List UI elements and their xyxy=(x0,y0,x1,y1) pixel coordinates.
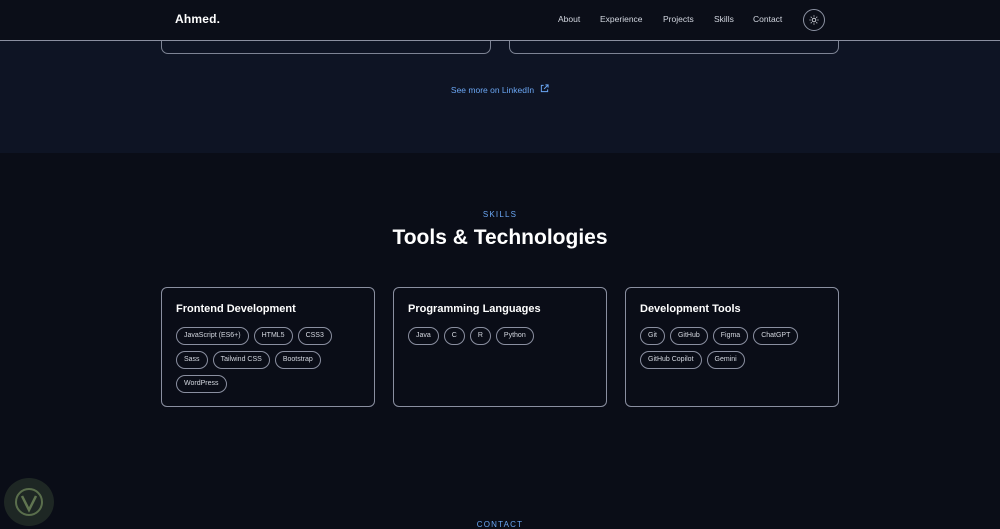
skill-card-title: Programming Languages xyxy=(408,303,541,315)
skill-tag: Figma xyxy=(712,327,749,345)
nav-link-skills[interactable]: Skills xyxy=(714,14,734,24)
skill-tag: Python xyxy=(495,327,534,345)
skill-card-programming: Programming Languages Java C R Python xyxy=(393,287,607,407)
nav-link-projects[interactable]: Projects xyxy=(663,14,694,24)
nav-link-contact[interactable]: Contact xyxy=(753,14,782,24)
nav-links: About Experience Projects Skills Contact xyxy=(0,14,1000,28)
skill-tag: JavaScript (ES6+) xyxy=(176,327,249,345)
theme-toggle-button[interactable] xyxy=(803,9,825,31)
skill-tag: WordPress xyxy=(176,375,227,393)
skill-card-title: Frontend Development xyxy=(176,303,296,315)
nav-link-experience[interactable]: Experience xyxy=(600,14,643,24)
skill-tag-list: JavaScript (ES6+) HTML5 CSS3 Sass Tailwi… xyxy=(176,327,360,393)
external-link-icon xyxy=(540,84,549,95)
skill-tag: GitHub Copilot xyxy=(640,351,702,369)
nav-link-about[interactable]: About xyxy=(558,14,580,24)
watermark-logo xyxy=(4,478,54,526)
skill-tag: CSS3 xyxy=(297,327,332,345)
skill-tag-list: Git GitHub Figma ChatGPT GitHub Copilot … xyxy=(640,327,824,369)
top-nav: Ahmed. About Experience Projects Skills … xyxy=(0,0,1000,41)
skill-card-title: Development Tools xyxy=(640,303,741,315)
skill-tag: Git xyxy=(640,327,665,345)
skills-section: SKILLS Tools & Technologies Frontend Dev… xyxy=(0,153,1000,529)
skill-tag: GitHub xyxy=(669,327,708,345)
linkedin-link-row: See more on LinkedIn xyxy=(0,84,1000,95)
contact-eyebrow: CONTACT xyxy=(476,520,524,529)
linkedin-link[interactable]: See more on LinkedIn xyxy=(451,84,549,95)
skills-title: Tools & Technologies xyxy=(392,226,608,249)
skill-tag: ChatGPT xyxy=(753,327,799,345)
skill-card-frontend: Frontend Development JavaScript (ES6+) H… xyxy=(161,287,375,407)
skill-tag: Tailwind CSS xyxy=(212,351,270,369)
skill-tag: HTML5 xyxy=(253,327,293,345)
skill-tag: Bootstrap xyxy=(274,351,321,369)
skill-tag-list: Java C R Python xyxy=(408,327,592,345)
page: See more on LinkedIn Ahmed. About Experi… xyxy=(0,0,1000,529)
sun-icon xyxy=(809,13,819,28)
skill-card-tools: Development Tools Git GitHub Figma ChatG… xyxy=(625,287,839,407)
skill-tag: C xyxy=(443,327,465,345)
skill-tag: Sass xyxy=(176,351,208,369)
skill-tag: R xyxy=(469,327,491,345)
linkedin-link-label: See more on LinkedIn xyxy=(450,84,535,95)
skills-eyebrow: SKILLS xyxy=(482,210,518,219)
skill-tag: Gemini xyxy=(706,351,745,369)
skill-tag: Java xyxy=(408,327,439,345)
